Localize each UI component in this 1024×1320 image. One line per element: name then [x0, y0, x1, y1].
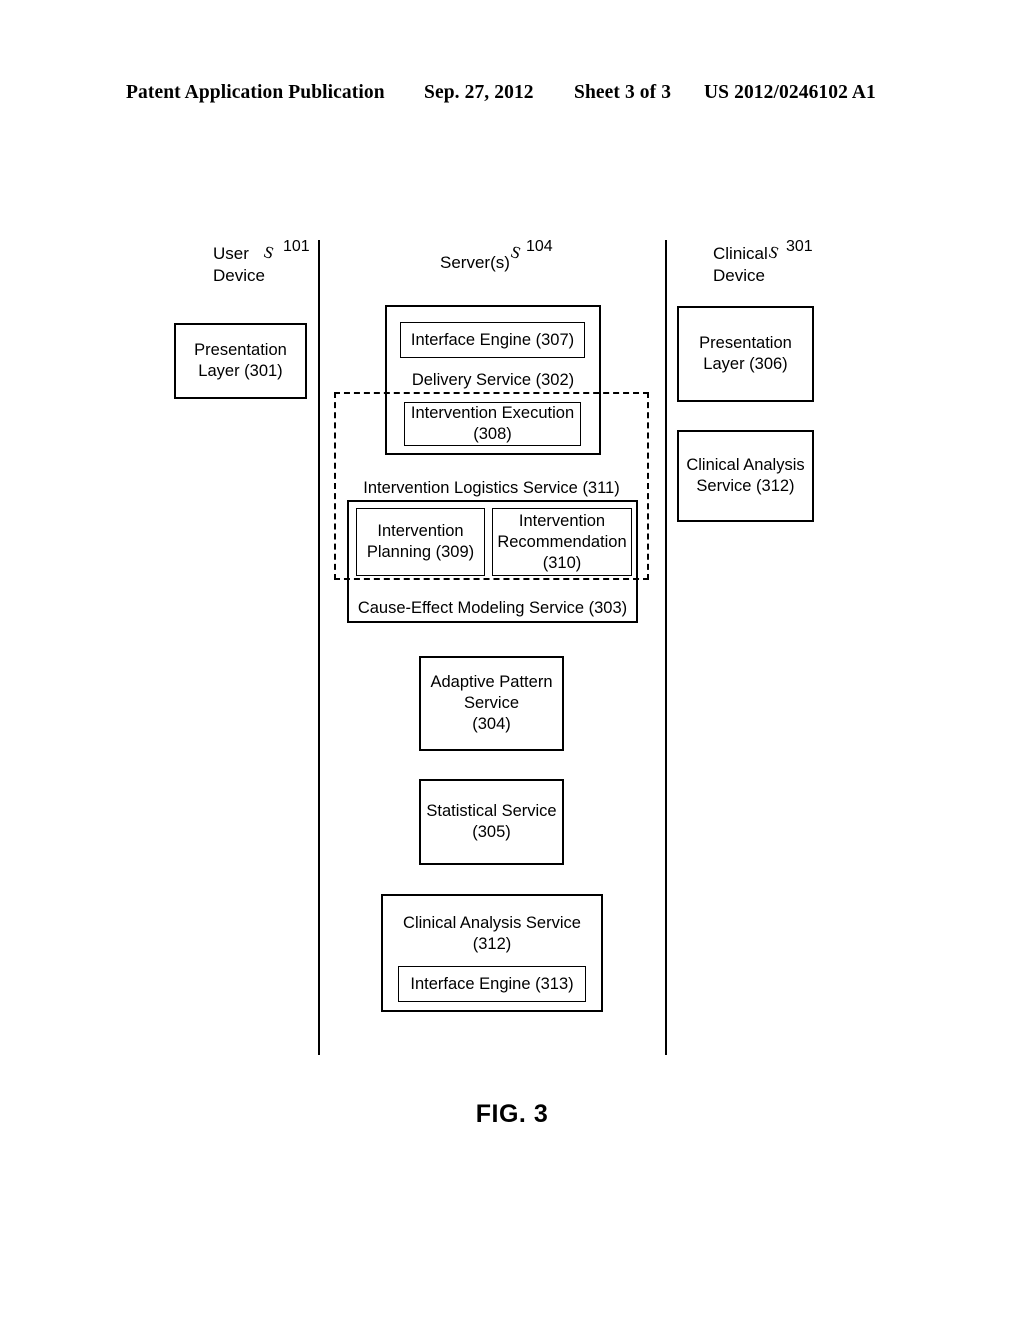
label-intervention-logistics-service-311: Intervention Logistics Service (311) — [363, 479, 620, 497]
column-heading-clinical-device-line1: Clinical — [713, 244, 768, 263]
column-heading-user-device-line2: Device — [213, 266, 265, 285]
column-heading-user-device-line1: User — [213, 244, 249, 263]
box-presentation-layer-306: Presentation Layer (306) — [677, 306, 814, 402]
box-intervention-planning-309: Intervention Planning (309) — [356, 508, 485, 576]
figure-caption: FIG. 3 — [475, 1100, 549, 1128]
swimlane-divider-right — [665, 240, 667, 1055]
column-heading-clinical-device-line2: Device — [713, 266, 765, 285]
reference-numeral-101: 101 — [283, 238, 310, 255]
column-heading-user-device: User Device — [213, 243, 265, 287]
box-adaptive-pattern-service-304: Adaptive Pattern Service (304) — [419, 656, 564, 751]
swimlane-divider-left — [318, 240, 320, 1055]
figure-diagram: User Device S 101 Server(s) S 104 Clinica… — [0, 0, 1024, 1320]
box-presentation-layer-301: Presentation Layer (301) — [174, 323, 307, 399]
box-intervention-execution-308: Intervention Execution (308) — [404, 402, 581, 446]
box-intervention-recommendation-310: Intervention Recommendation (310) — [492, 508, 632, 576]
reference-numeral-104: 104 — [526, 238, 553, 255]
label-cause-effect-modeling-service-303: Cause-Effect Modeling Service (303) — [357, 599, 628, 617]
leader-line-icon-104: S — [508, 242, 524, 264]
box-statistical-service-305: Statistical Service (305) — [419, 779, 564, 865]
label-delivery-service-302: Delivery Service (302) — [411, 371, 575, 389]
column-heading-clinical-device: Clinical Device — [713, 243, 768, 287]
box-interface-engine-313: Interface Engine (313) — [398, 966, 586, 1002]
reference-numeral-301: 301 — [786, 238, 813, 255]
box-interface-engine-307: Interface Engine (307) — [400, 322, 585, 358]
box-clinical-analysis-service-312-clinical-device: Clinical Analysis Service (312) — [677, 430, 814, 522]
column-heading-server: Server(s) — [440, 253, 510, 272]
label-clinical-analysis-service-312-server: Clinical Analysis Service (312) — [403, 914, 581, 953]
leader-line-icon-301: S — [766, 242, 782, 264]
